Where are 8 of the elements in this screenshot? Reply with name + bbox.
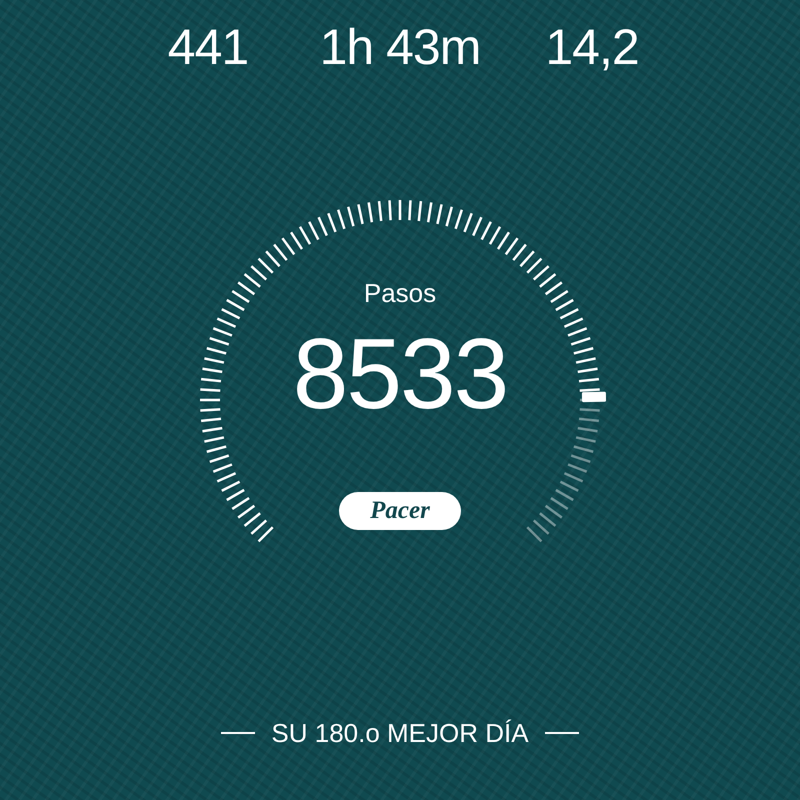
- stat-value: 1h 43m: [318, 22, 482, 77]
- gauge-pointer: [582, 392, 606, 402]
- steps-label: Pasos: [364, 280, 436, 306]
- best-day-caption: SU 180.o MEJOR DÍA: [271, 720, 529, 746]
- stat-value: 441: [166, 22, 250, 77]
- pacer-logo: Pacer: [339, 492, 461, 530]
- stat-value: 14,2: [544, 22, 640, 77]
- steps-count: 8533: [292, 324, 508, 424]
